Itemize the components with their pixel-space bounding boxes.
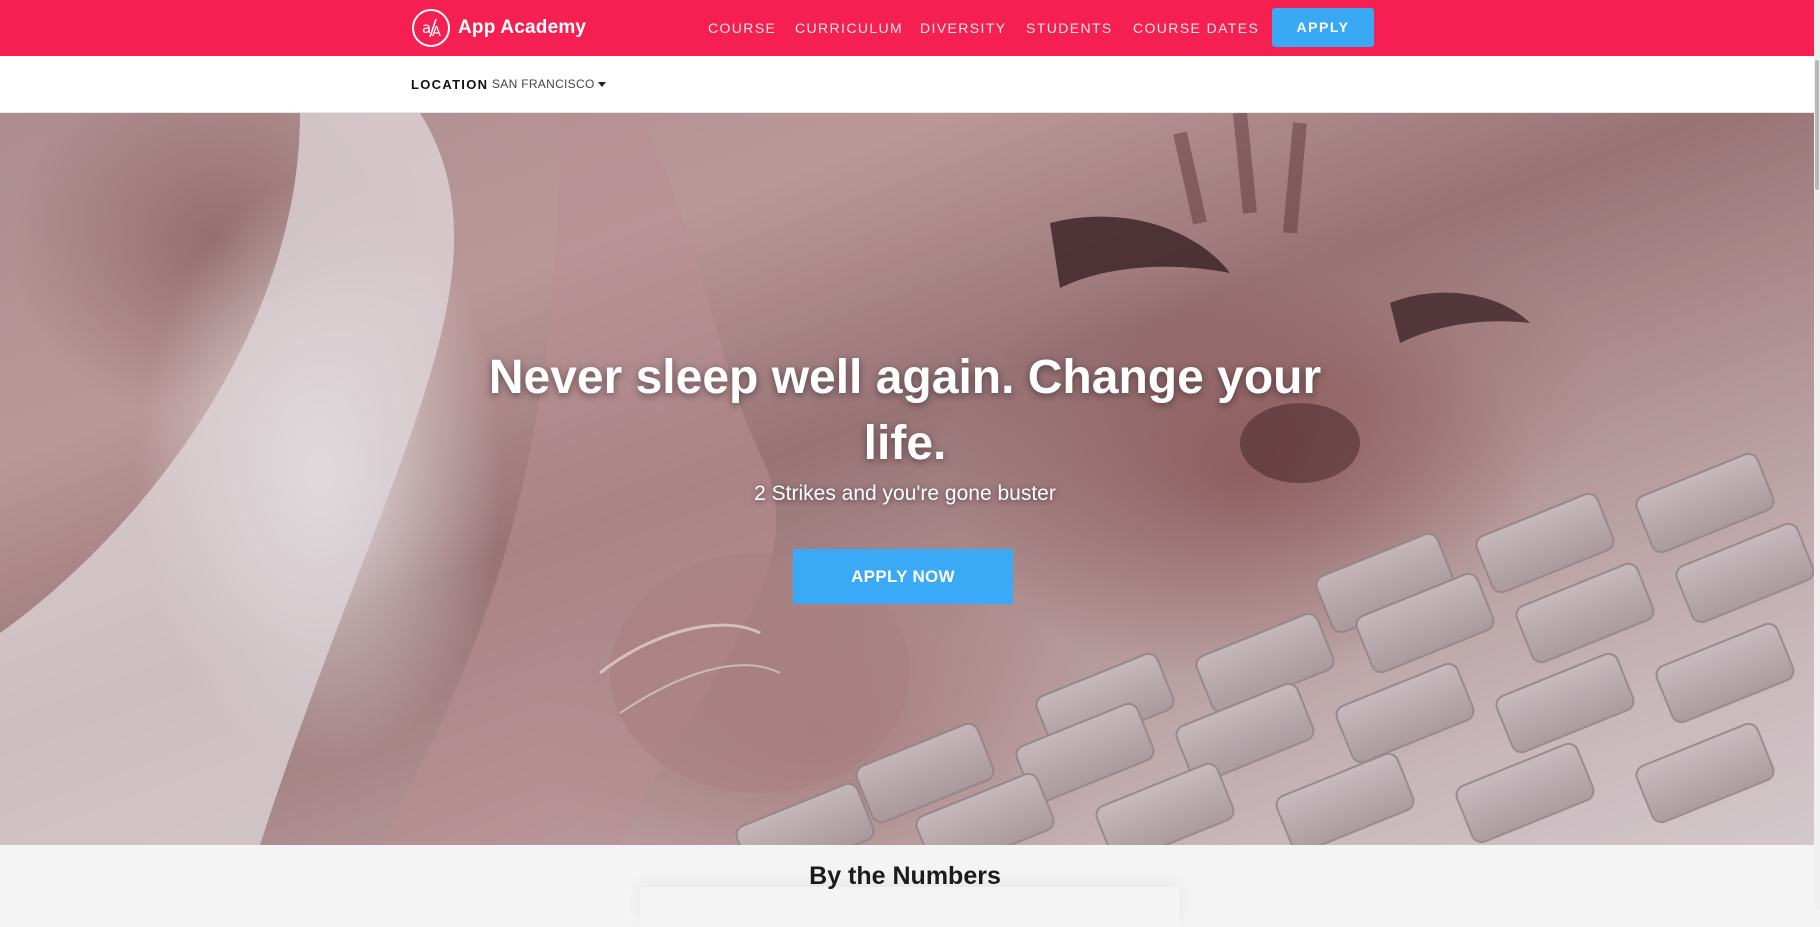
numbers-card [640,887,1180,927]
nav-link-students[interactable]: STUDENTS [1026,0,1113,56]
hero-title: Never sleep well again. Change your life… [488,351,1322,470]
location-bar: LOCATION SAN FRANCISCO [0,56,1814,113]
numbers-section: By the Numbers [0,845,1814,927]
hero-section: Never sleep well again. Change your life… [0,113,1814,845]
caret-down-icon [597,82,606,87]
nav-link-course[interactable]: COURSE [708,0,776,56]
numbers-title: By the Numbers [809,862,1001,890]
location-selected-value: SAN FRANCISCO [492,77,595,91]
apply-now-button[interactable]: APPLY NOW [793,549,1013,604]
page-scrollbar-thumb[interactable] [1815,60,1819,190]
nav-link-curriculum[interactable]: CURRICULUM [795,0,903,56]
nav-link-diversity[interactable]: DIVERSITY [920,0,1007,56]
hero-subtitle: 2 Strikes and you're gone buster [754,482,1056,505]
primary-nav: COURSE CURRICULUM DIVERSITY STUDENTS COU… [0,0,1814,56]
location-dropdown[interactable]: SAN FRANCISCO [492,56,606,113]
apply-button[interactable]: APPLY [1272,8,1374,47]
top-navigation-bar: a A App Academy COURSE CURRICULUM DIVERS… [0,0,1814,56]
nav-link-course-dates[interactable]: COURSE DATES [1133,0,1259,56]
location-label: LOCATION [411,77,489,92]
